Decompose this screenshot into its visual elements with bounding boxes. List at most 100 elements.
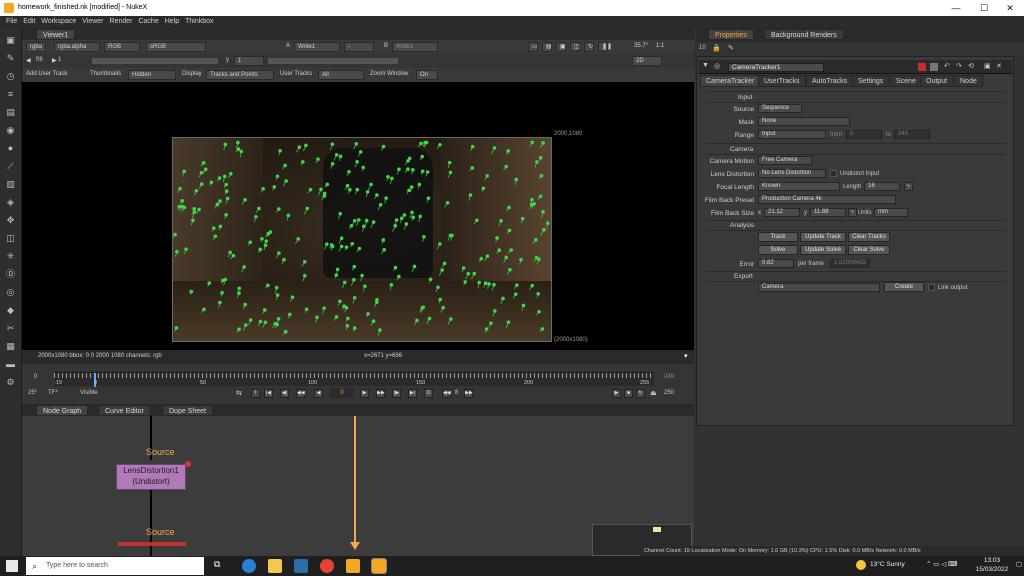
alpha-select[interactable]: rgba.alpha xyxy=(54,42,100,52)
track-point[interactable] xyxy=(282,257,286,262)
track-point[interactable] xyxy=(189,289,194,294)
track-point[interactable] xyxy=(346,316,350,321)
track-point[interactable] xyxy=(224,189,229,193)
link-output-checkbox[interactable] xyxy=(928,284,935,291)
track-point[interactable] xyxy=(278,149,282,153)
tab-background-renders[interactable]: Background Renders xyxy=(764,29,844,40)
time-tools-icon[interactable]: ◷ xyxy=(5,70,17,82)
track-point[interactable] xyxy=(402,213,407,217)
tab-dope-sheet[interactable]: Dope Sheet xyxy=(162,405,213,416)
track-point[interactable] xyxy=(417,182,422,187)
clear-panels-icon[interactable]: ✎ xyxy=(728,44,734,52)
track-point[interactable] xyxy=(410,210,414,215)
range-from-field[interactable]: 0 xyxy=(846,130,882,139)
track-point[interactable] xyxy=(283,329,288,334)
in-point-button[interactable]: I xyxy=(251,389,260,398)
track-point[interactable] xyxy=(191,218,195,223)
menu-file[interactable]: File xyxy=(6,16,17,28)
track-point[interactable] xyxy=(497,248,502,253)
track-point[interactable] xyxy=(352,277,356,282)
track-point[interactable] xyxy=(272,185,277,189)
track-point[interactable] xyxy=(178,186,182,191)
viewer-collapse-icon[interactable]: ▾ xyxy=(684,352,688,360)
track-point[interactable] xyxy=(406,167,410,171)
track-point[interactable] xyxy=(184,247,188,251)
track-point[interactable] xyxy=(305,206,310,211)
track-point[interactable] xyxy=(404,222,409,226)
track-point[interactable] xyxy=(519,257,523,262)
flipbook-button[interactable]: ▶ xyxy=(612,389,621,398)
float-panel-icon[interactable]: ▣ xyxy=(984,62,991,70)
track-point[interactable] xyxy=(275,293,280,297)
track-point[interactable] xyxy=(325,242,329,247)
animation-menu-icon[interactable]: ∿ xyxy=(904,182,913,191)
gain-slider[interactable] xyxy=(92,58,218,64)
range-to-field[interactable]: 249 xyxy=(894,130,930,139)
pause-icon[interactable]: ❚❚ xyxy=(598,42,612,52)
track-point[interactable] xyxy=(213,234,218,239)
track-point[interactable] xyxy=(316,157,320,161)
timeline-start[interactable]: 0 xyxy=(34,374,37,380)
view-mode-select[interactable]: 2D xyxy=(632,56,662,66)
lensdistortion-node[interactable]: LensDistortion1 (Undistort) xyxy=(116,464,186,490)
track-point[interactable] xyxy=(260,236,264,241)
track-point[interactable] xyxy=(266,283,270,288)
track-point[interactable] xyxy=(492,309,497,313)
track-point[interactable] xyxy=(371,220,376,224)
update-solve-button[interactable]: Update Solve xyxy=(800,245,846,255)
track-point[interactable] xyxy=(350,241,355,246)
track-point[interactable] xyxy=(334,273,339,277)
track-point[interactable] xyxy=(354,141,359,146)
play-forward-button[interactable]: ▶ xyxy=(360,389,369,398)
toolsets-icon[interactable]: ◎ xyxy=(5,286,17,298)
tab-properties[interactable]: Properties xyxy=(708,29,754,40)
track-point[interactable] xyxy=(248,240,253,245)
track-point[interactable] xyxy=(199,170,204,175)
focal-length-select[interactable]: Known xyxy=(758,182,840,191)
track-point[interactable] xyxy=(487,282,491,286)
subtab-scene[interactable]: Scene xyxy=(890,75,922,87)
track-point[interactable] xyxy=(411,215,416,220)
track-point[interactable] xyxy=(275,322,280,327)
track-point[interactable] xyxy=(513,292,518,296)
subtab-settings[interactable]: Settings xyxy=(852,75,890,87)
chrome-icon[interactable] xyxy=(320,559,334,573)
track-point[interactable] xyxy=(535,160,539,164)
track-point[interactable] xyxy=(463,280,468,284)
track-point[interactable] xyxy=(203,167,208,172)
track-point[interactable] xyxy=(330,142,335,146)
node-color-icon[interactable] xyxy=(918,63,926,71)
track-point[interactable] xyxy=(344,245,349,249)
track-point[interactable] xyxy=(539,173,544,178)
taskbar-search[interactable]: ⌕ Type here to search xyxy=(26,557,204,575)
edge-icon[interactable] xyxy=(242,559,256,573)
undistort-input-checkbox[interactable] xyxy=(830,170,837,177)
track-point[interactable] xyxy=(180,204,185,209)
track-point[interactable] xyxy=(472,271,477,276)
first-frame-button[interactable]: |◀ xyxy=(264,389,273,398)
track-point[interactable] xyxy=(419,141,423,146)
track-point[interactable] xyxy=(386,175,390,179)
track-point[interactable] xyxy=(427,316,432,321)
track-point[interactable] xyxy=(356,218,361,222)
store-icon[interactable] xyxy=(294,559,308,573)
track-point[interactable] xyxy=(308,187,313,192)
track-point[interactable] xyxy=(207,281,212,285)
track-point[interactable] xyxy=(192,207,196,211)
track-point[interactable] xyxy=(389,283,394,287)
track-point[interactable] xyxy=(515,283,519,287)
zoom-window-select[interactable]: On xyxy=(416,70,438,80)
track-point[interactable] xyxy=(393,265,398,270)
track-point[interactable] xyxy=(290,295,295,300)
keyer-tools-icon[interactable]: ● xyxy=(5,142,17,154)
track-point[interactable] xyxy=(304,307,309,312)
next-increment-button[interactable]: ▶▶ xyxy=(376,389,385,398)
track-point[interactable] xyxy=(426,196,431,201)
redo-icon[interactable]: ↷ xyxy=(956,62,962,70)
track-point[interactable] xyxy=(223,142,228,147)
tf-select[interactable]: TF* xyxy=(48,390,58,396)
track-point[interactable] xyxy=(390,176,394,181)
track-point[interactable] xyxy=(237,286,242,291)
image-tools-icon[interactable]: ▣ xyxy=(5,34,17,46)
track-point[interactable] xyxy=(445,200,450,205)
